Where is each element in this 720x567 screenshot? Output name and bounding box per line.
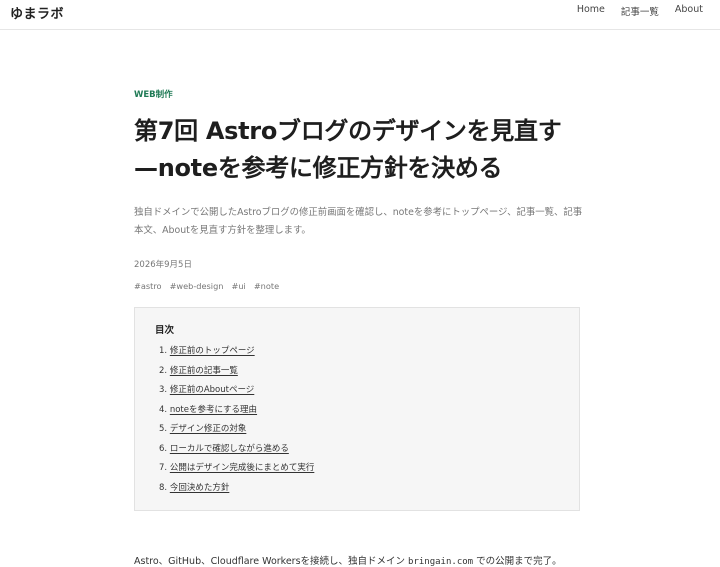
body-text-start: Astro、GitHub、Cloudflare Workersを接続し、独自ドメ… (134, 555, 409, 567)
nav-link-home[interactable]: Home (577, 4, 605, 18)
domain-code: bringain.com (408, 556, 474, 567)
article-body-paragraph: Astro、GitHub、Cloudflare Workersを接続し、独自ドメ… (134, 553, 562, 567)
toc-list: 1. 修正前のトップページ 2. 修正前の記事一覧 3. 修正前のAboutペー… (155, 342, 559, 498)
toc-link[interactable]: デザイン修正の対象 (170, 424, 247, 434)
category-link[interactable]: WEB制作 (134, 88, 173, 100)
article-title: 第7回 Astroブログのデザインを見直す —noteを参考に修正方針を決める (134, 113, 584, 187)
toc-item: 3. 修正前のAboutページ (159, 385, 255, 395)
toc-link[interactable]: noteを参考にする理由 (170, 405, 257, 415)
toc-title: 目次 (155, 325, 175, 336)
toc-item: 6. ローカルで確認しながら進める (159, 443, 289, 454)
article-title-line-2: —noteを参考に修正方針を決める (134, 154, 503, 182)
article-title-line-1: 第7回 Astroブログのデザインを見直す (134, 117, 562, 145)
publish-date: 2026年9月5日 (134, 260, 192, 270)
tag-link[interactable]: #astro (134, 281, 162, 291)
toc-item: 8. 今回決めた方針 (159, 482, 230, 493)
toc-link[interactable]: 修正前のAboutページ (170, 385, 254, 395)
toc-item: 1. 修正前のトップページ (159, 346, 255, 356)
tag-link[interactable]: #ui (231, 281, 245, 291)
article-lead: 独自ドメインで公開したAstroブログの修正前画面を確認し、noteを参考にトッ… (134, 207, 583, 236)
table-of-contents: 目次 1. 修正前のトップページ 2. 修正前の記事一覧 3. 修正前のAbou… (134, 307, 580, 511)
toc-item: 5. デザイン修正の対象 (159, 424, 247, 434)
toc-link[interactable]: ローカルで確認しながら進める (170, 444, 289, 454)
toc-link[interactable]: 修正前のトップページ (170, 346, 255, 356)
nav-link-articles[interactable]: 記事一覧 (621, 4, 659, 18)
toc-item: 4. noteを参考にする理由 (159, 404, 258, 415)
main-nav: Home 記事一覧 About (577, 4, 703, 18)
toc-item: 2. 修正前の記事一覧 (159, 365, 238, 376)
tag-link[interactable]: #web-design (170, 281, 224, 291)
tag-list: #astro #web-design #ui #note (134, 281, 584, 291)
site-logo-link[interactable]: ゆまラボ (10, 3, 64, 22)
article-header: WEB制作 第7回 Astroブログのデザインを見直す —noteを参考に修正方… (134, 82, 584, 291)
site-header: ゆまラボ Home 記事一覧 About (0, 0, 720, 30)
body-text-end: での公開まで完了。 (473, 555, 562, 567)
nav-link-about[interactable]: About (675, 4, 703, 18)
toc-item: 7. 公開はデザイン完成後にまとめて実行 (159, 463, 315, 473)
toc-link[interactable]: 今回決めた方針 (170, 483, 230, 493)
toc-link[interactable]: 修正前の記事一覧 (170, 366, 238, 376)
tag-link[interactable]: #note (254, 281, 279, 291)
toc-link[interactable]: 公開はデザイン完成後にまとめて実行 (170, 463, 315, 473)
